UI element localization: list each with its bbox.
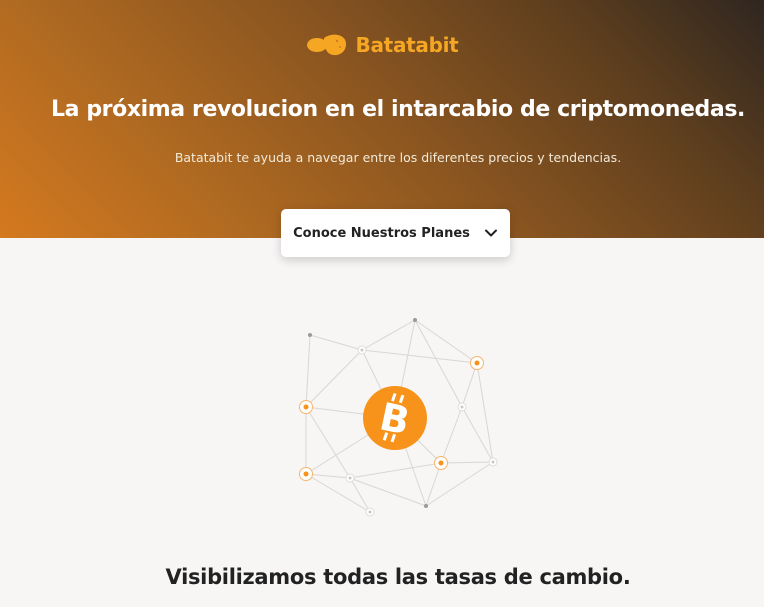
brand-logo[interactable]: Batatabit — [0, 32, 764, 58]
brand-name: Batatabit — [355, 33, 459, 57]
plans-button-label: Conoce Nuestros Planes — [293, 225, 470, 241]
potato-logo-icon — [306, 34, 346, 56]
plans-button[interactable]: Conoce Nuestros Planes — [281, 209, 510, 257]
hero-section: Batatabit La próxima revolucion en el in… — [0, 0, 764, 238]
bitcoin-icon: B — [363, 386, 427, 450]
chevron-down-icon — [484, 229, 497, 237]
hero-subtitle: Batatabit te ayuda a navegar entre los d… — [174, 150, 622, 165]
hero-title: La próxima revolucion en el intarcabio d… — [51, 97, 745, 122]
exchange-rates-heading: Visibilizamos todas las tasas de cambio. — [165, 565, 631, 589]
bitcoin-network-icon: B — [299, 318, 498, 517]
